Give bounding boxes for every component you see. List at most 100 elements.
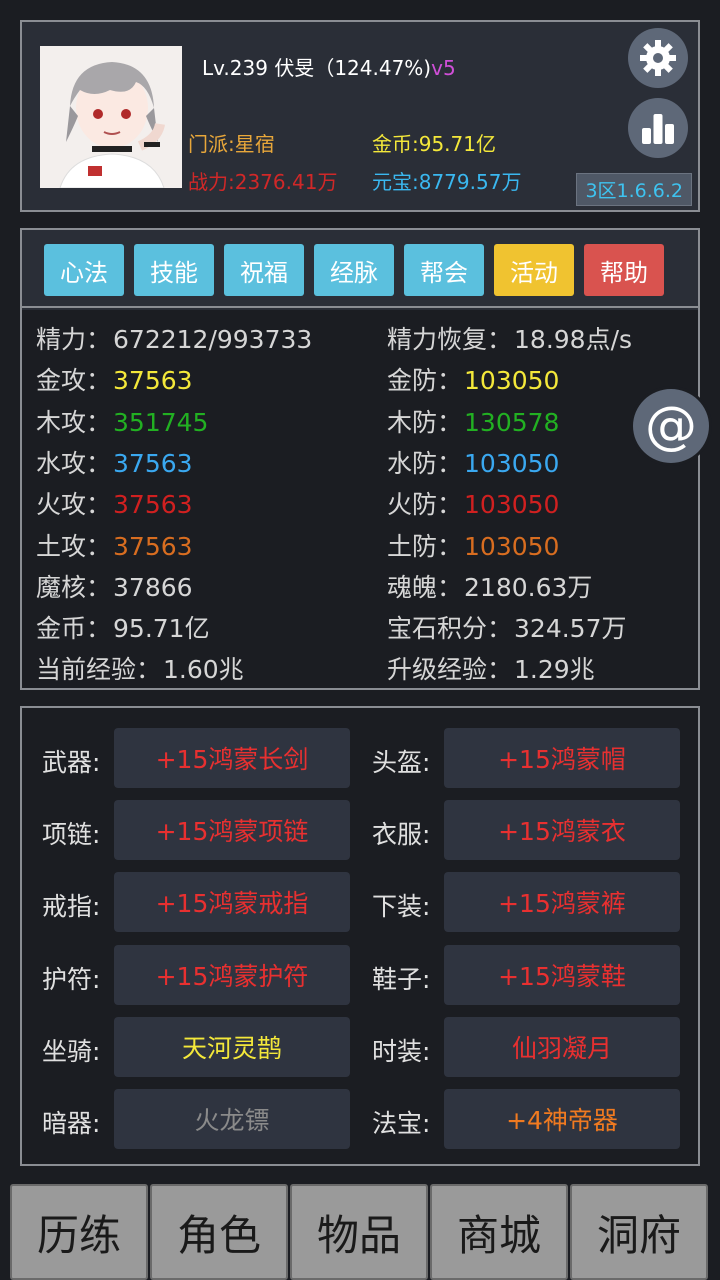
- gold-text: 金币:95.71亿: [372, 132, 496, 156]
- equip-item-button[interactable]: +15鸿蒙衣: [444, 800, 680, 861]
- tab-events[interactable]: 活动: [494, 244, 574, 296]
- equip-slot-label: 坐骑:: [42, 1036, 101, 1066]
- equip-slot-label: 下装:: [372, 892, 431, 922]
- attr-label: 火攻：: [36, 490, 112, 520]
- stats-button[interactable]: [628, 98, 688, 158]
- attr-value: 2180.63万: [464, 572, 593, 602]
- attr-value: 103050: [464, 366, 560, 396]
- equip-item-button[interactable]: 火龙镖: [114, 1089, 350, 1149]
- attr-row: 金币：95.71亿: [36, 609, 210, 645]
- tab-guild[interactable]: 帮会: [404, 244, 484, 296]
- attr-value: 103050: [464, 490, 560, 520]
- equip-item-button[interactable]: +15鸿蒙项链: [114, 800, 350, 861]
- tab-help[interactable]: 帮助: [584, 244, 664, 296]
- attr-value: 18.98点/s: [514, 325, 633, 354]
- equip-item-button[interactable]: +15鸿蒙裤: [444, 872, 680, 933]
- attr-label: 魂魄：: [387, 572, 463, 602]
- attr-label: 土攻：: [36, 531, 112, 561]
- level-name-text: Lv.239 伏旻（124.47%): [202, 56, 432, 80]
- equip-item-button[interactable]: +15鸿蒙戒指: [114, 872, 350, 933]
- attr-row: 木防：130578: [387, 403, 559, 439]
- nav-character[interactable]: 角色: [150, 1184, 288, 1280]
- attr-row: 土攻：37563: [36, 527, 193, 563]
- attr-label: 精力恢复：: [387, 325, 513, 354]
- server-version-badge: 3区1.6.6.2: [576, 173, 692, 206]
- attr-row: 精力恢复：18.98点/s: [387, 320, 632, 356]
- equip-slot-label: 项链:: [42, 820, 101, 850]
- equip-item-button[interactable]: +15鸿蒙帽: [444, 728, 680, 788]
- vip-badge: v5: [431, 56, 456, 80]
- attr-row: 魂魄：2180.63万: [387, 568, 592, 604]
- attr-value: 37563: [113, 448, 193, 478]
- attr-row: 木攻：351745: [36, 403, 208, 439]
- attr-value: 37563: [113, 531, 193, 561]
- player-avatar[interactable]: [40, 46, 182, 188]
- gear-icon: [640, 40, 676, 76]
- attr-value: 1.60兆: [163, 655, 244, 685]
- attr-label: 木攻：: [36, 407, 112, 437]
- equip-item-button[interactable]: +15鸿蒙长剑: [114, 728, 350, 788]
- equip-slot-label: 暗器:: [42, 1109, 101, 1138]
- tab-blessing[interactable]: 祝福: [224, 244, 304, 296]
- attr-row: 金攻：37563: [36, 361, 193, 397]
- attr-label: 水攻：: [36, 448, 112, 478]
- equip-slot-label: 武器:: [42, 748, 101, 777]
- equip-item-button[interactable]: 仙羽凝月: [444, 1016, 680, 1077]
- attr-label: 火防：: [387, 490, 463, 520]
- equip-item-button[interactable]: 天河灵鹊: [114, 1016, 350, 1077]
- equip-slot-label: 戒指:: [42, 892, 101, 922]
- attr-label: 金攻：: [36, 366, 112, 396]
- attr-row: 火攻：37563: [36, 485, 193, 521]
- equipment-panel: 武器: +15鸿蒙长剑 项链: +15鸿蒙项链 戒指: +15鸿蒙戒指 护符: +15鸿蒙护符…: [20, 706, 700, 1166]
- tab-skills[interactable]: 技能: [134, 244, 214, 296]
- nav-training[interactable]: 历练: [10, 1184, 148, 1280]
- attr-row: 水攻：37563: [36, 444, 193, 480]
- equip-item-button[interactable]: +15鸿蒙护符: [114, 944, 350, 1005]
- attr-row: 水防：103050: [387, 444, 559, 480]
- attr-label: 宝石积分：: [387, 614, 513, 644]
- tab-bar: 心法 技能 祝福 经脉 帮会 活动 帮助: [22, 230, 698, 308]
- settings-button[interactable]: [628, 28, 688, 88]
- equip-item-button[interactable]: +15鸿蒙鞋: [444, 944, 680, 1005]
- attr-value: 95.71亿: [113, 614, 210, 644]
- nav-items[interactable]: 物品: [290, 1184, 428, 1280]
- tab-meridians[interactable]: 经脉: [314, 244, 394, 296]
- attr-row: 当前经验：1.60兆: [36, 650, 244, 686]
- attr-label: 土防：: [387, 531, 463, 561]
- chat-button[interactable]: @: [630, 386, 712, 466]
- attr-value: 37563: [113, 366, 193, 396]
- equip-slot-label: 时装:: [372, 1036, 431, 1066]
- player-header-panel: Lv.239 伏旻（124.47%)v5 门派:星宿 战力:2376.41万 金…: [20, 20, 700, 212]
- level-line: Lv.239 伏旻（124.47%)v5: [202, 52, 456, 81]
- attr-value: 1.29兆: [514, 655, 595, 685]
- attr-value: 37866: [113, 572, 193, 602]
- attr-row: 土防：103050: [387, 527, 559, 563]
- nav-shop[interactable]: 商城: [430, 1184, 568, 1280]
- attr-value: 103050: [464, 448, 560, 478]
- attr-label: 金币：: [36, 614, 112, 644]
- attr-value: 103050: [464, 531, 560, 561]
- attribute-list: 精力：672212/993733 金攻：37563 木攻：351745 水攻：3756…: [22, 310, 698, 688]
- attr-label: 升级经验：: [387, 655, 513, 685]
- equip-slot-label: 鞋子:: [372, 964, 431, 994]
- equip-slot-label: 衣服:: [372, 820, 431, 850]
- equip-item-button[interactable]: +4神帝器: [444, 1089, 680, 1149]
- attr-value: 324.57万: [514, 614, 627, 644]
- attr-label: 精力：: [36, 325, 112, 354]
- ingot-text: 元宝:8779.57万: [372, 170, 522, 194]
- attr-value: 672212/993733: [113, 325, 313, 354]
- attr-label: 水防：: [387, 448, 463, 478]
- nav-cave[interactable]: 洞府: [570, 1184, 708, 1280]
- attr-label: 金防：: [387, 366, 463, 396]
- attr-value: 351745: [113, 407, 209, 437]
- equip-slot-label: 头盔:: [372, 748, 431, 777]
- attr-label: 木防：: [387, 407, 463, 437]
- attr-row: 火防：103050: [387, 485, 559, 521]
- attributes-panel: 心法 技能 祝福 经脉 帮会 活动 帮助 精力：672212/993733 金攻：…: [20, 228, 700, 690]
- attr-row: 金防：103050: [387, 361, 559, 397]
- tab-mind-method[interactable]: 心法: [44, 244, 124, 296]
- bar-chart-icon: [642, 114, 674, 144]
- attr-row: 魔核：37866: [36, 568, 193, 604]
- at-sign-icon: @: [645, 396, 697, 456]
- attr-value: 37563: [113, 490, 193, 520]
